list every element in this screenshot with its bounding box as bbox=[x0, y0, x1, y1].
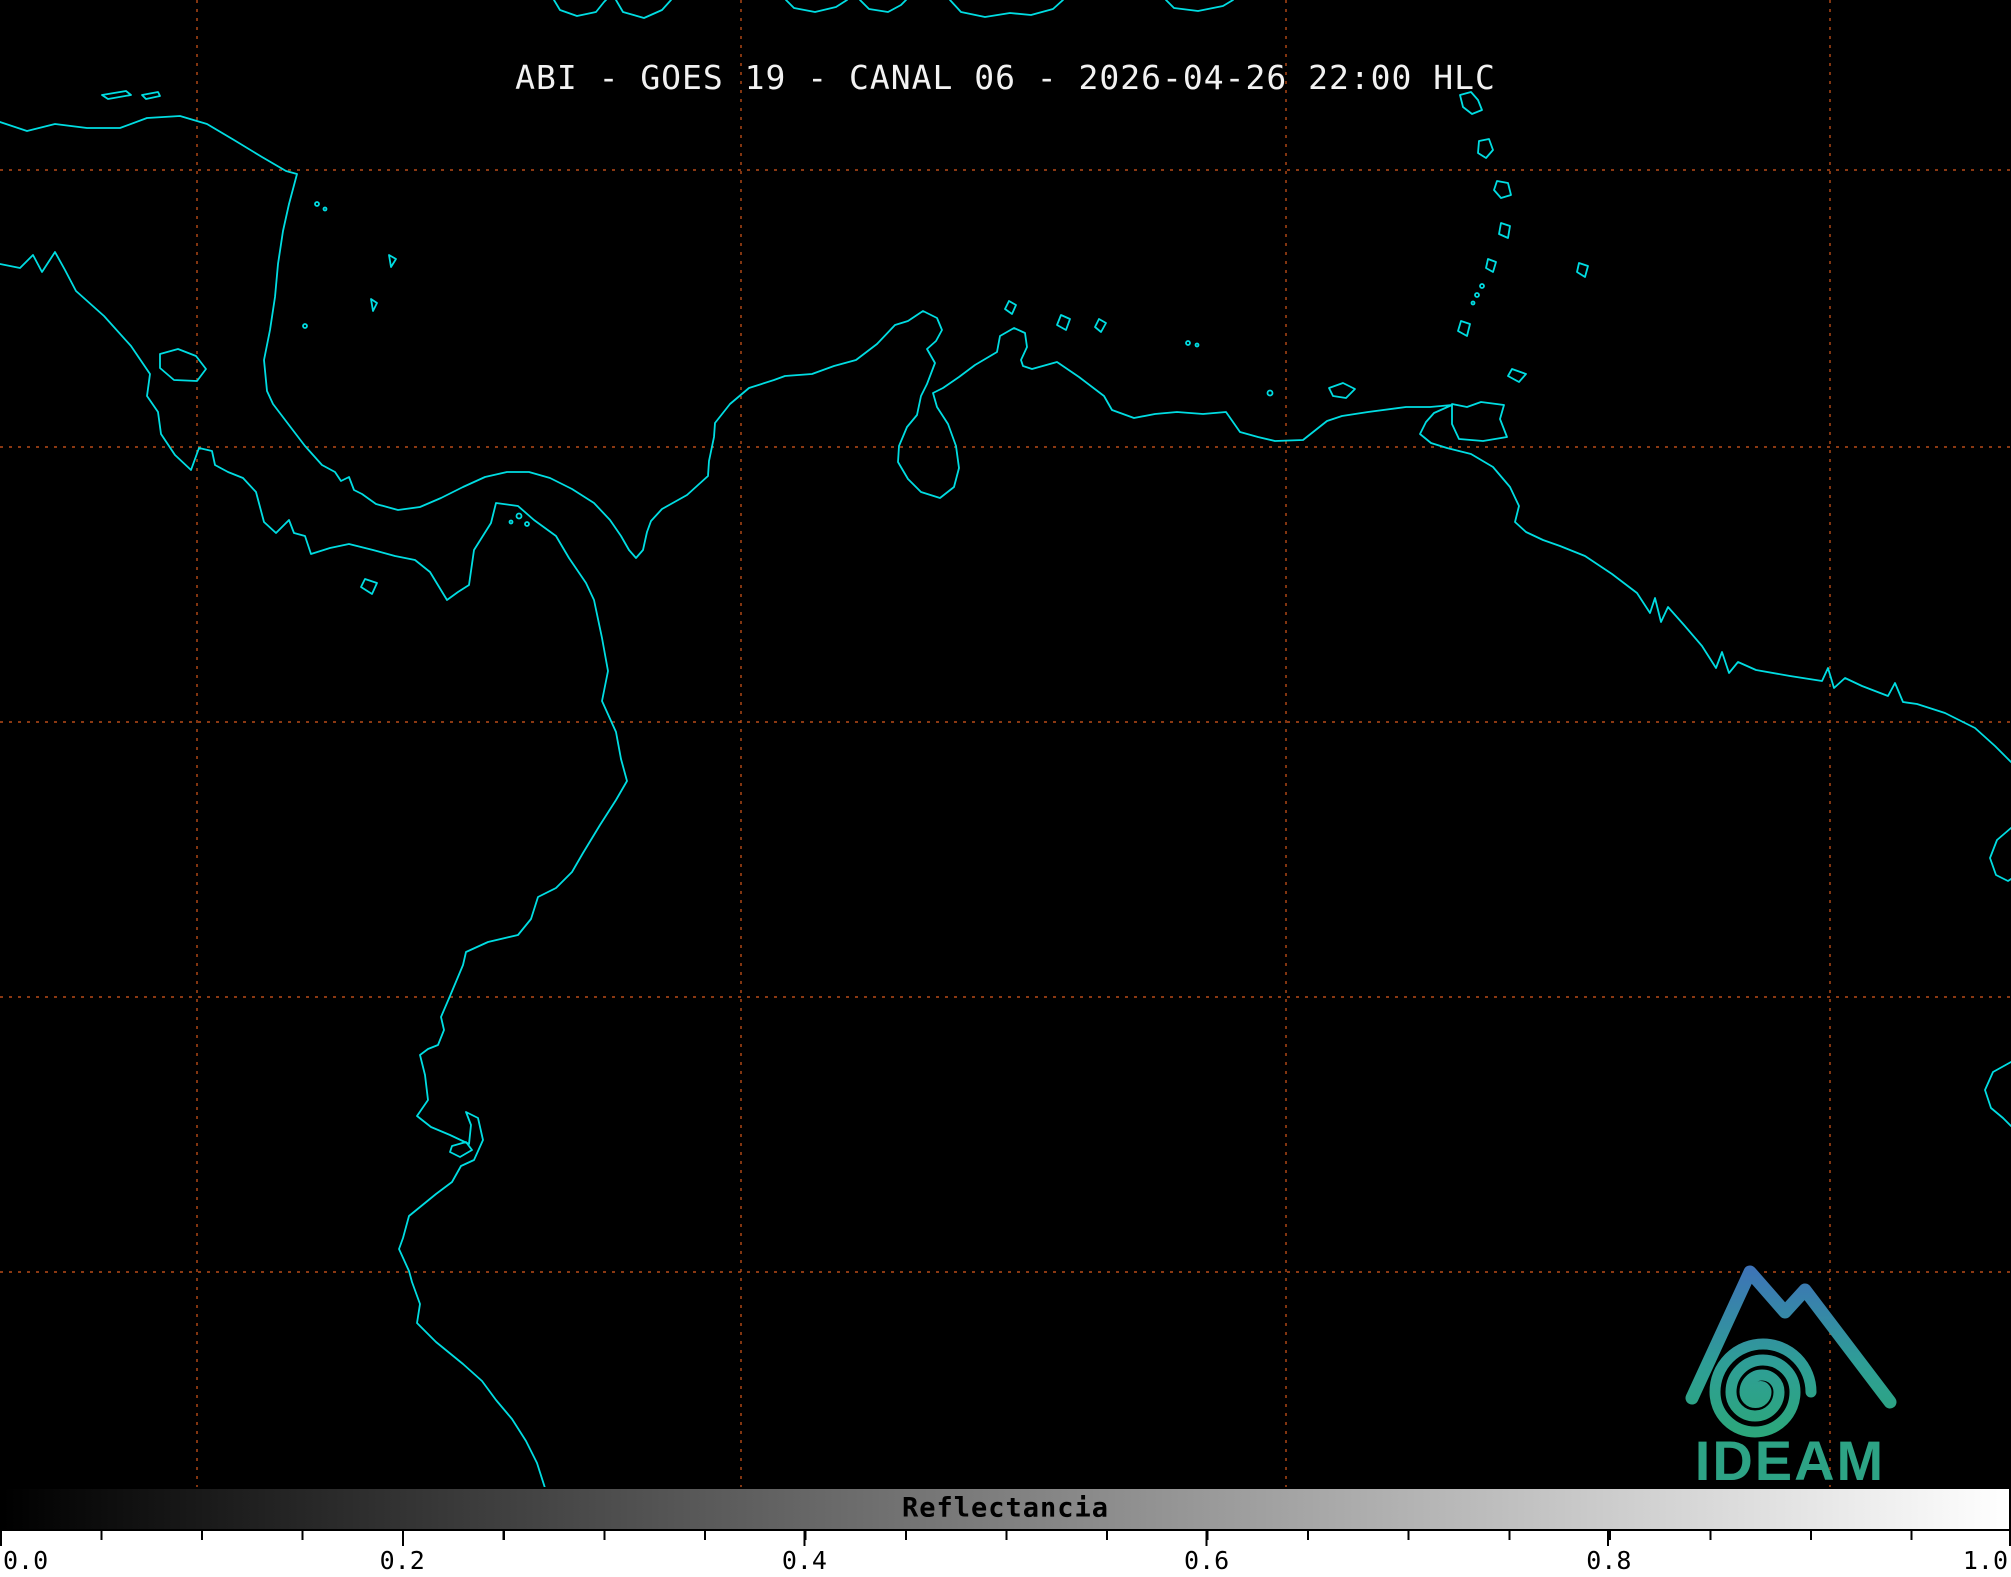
island-san-andres bbox=[370, 298, 378, 312]
colorbar-tick-label: 0.4 bbox=[781, 1546, 827, 1575]
colorbar-gradient: Reflectancia bbox=[0, 1487, 2011, 1531]
island-hispaniola-south bbox=[949, 0, 1064, 18]
island-dot bbox=[1185, 340, 1191, 346]
island-jamaica-east bbox=[615, 0, 672, 19]
map-title: ABI - GOES 19 - CANAL 06 - 2026-04-26 22… bbox=[515, 58, 1496, 97]
colorbar-tick-label: 0.0 bbox=[3, 1546, 49, 1575]
satellite-map: IDEAM ABI - GOES 19 - CANAL 06 - 2026-04… bbox=[0, 0, 2011, 1487]
island-dot bbox=[524, 521, 530, 527]
colorbar-tick-label: 0.8 bbox=[1586, 1546, 1632, 1575]
coastline-amazon-north bbox=[1989, 827, 2011, 882]
island-providencia bbox=[388, 254, 397, 268]
logo-spiral-icon bbox=[1709, 1338, 1817, 1438]
island-dot bbox=[1470, 300, 1476, 306]
coastline-lake-nicaragua bbox=[159, 348, 207, 382]
island-puerto-rico-south bbox=[1165, 0, 1234, 12]
island-aruba bbox=[1004, 300, 1017, 315]
coastlines bbox=[0, 0, 2011, 1487]
island-dot bbox=[314, 201, 320, 207]
island-haiti-southwest bbox=[785, 0, 848, 13]
island-bonaire bbox=[1094, 318, 1107, 333]
colorbar-axis: 0.0 0.2 0.4 0.6 0.8 1.0 bbox=[0, 1531, 2011, 1577]
island-martinique bbox=[1493, 180, 1512, 199]
island-curacao bbox=[1056, 314, 1071, 331]
island-dot bbox=[515, 512, 523, 520]
logo-wordmark: IDEAM bbox=[1695, 1429, 1885, 1487]
coastline-pacific bbox=[0, 251, 628, 1487]
ideam-logo: IDEAM bbox=[1685, 1265, 1897, 1487]
colorbar-tick-label: 1.0 bbox=[1962, 1546, 2008, 1575]
coastline-caribbean-mainland bbox=[0, 115, 2011, 763]
island-st-lucia bbox=[1498, 222, 1511, 239]
island-puna bbox=[449, 1141, 473, 1158]
island-dot bbox=[508, 519, 514, 525]
island-coiba bbox=[360, 578, 378, 595]
island-trinidad bbox=[1451, 401, 1508, 442]
island-jamaica-west bbox=[553, 0, 607, 17]
island-barbados bbox=[1576, 262, 1589, 278]
island-dot bbox=[322, 206, 328, 212]
island-dot bbox=[1266, 389, 1274, 397]
island-dot bbox=[1474, 292, 1480, 298]
island-grenada bbox=[1457, 320, 1471, 337]
coastline-amazon-river bbox=[1984, 1061, 2011, 1127]
colorbar-label: Reflectancia bbox=[901, 1492, 1110, 1524]
island-dominica bbox=[1477, 138, 1494, 159]
graticule-grid bbox=[0, 0, 2011, 1487]
island-haiti-southeast bbox=[859, 0, 907, 13]
island-st-vincent bbox=[1485, 258, 1497, 273]
island-dot bbox=[1194, 342, 1200, 348]
island-dot bbox=[1479, 283, 1485, 289]
island-dot bbox=[302, 323, 308, 329]
island-tobago bbox=[1507, 368, 1527, 383]
colorbar-tick-label: 0.6 bbox=[1184, 1546, 1230, 1575]
satellite-image-viewer: IDEAM ABI - GOES 19 - CANAL 06 - 2026-04… bbox=[0, 0, 2011, 1577]
map-canvas: IDEAM bbox=[0, 0, 2011, 1487]
colorbar-tick-label: 0.2 bbox=[379, 1546, 425, 1575]
island-margarita bbox=[1328, 382, 1356, 399]
colorbar: Reflectancia 0.0 0.2 0.4 0.6 0.8 1.0 bbox=[0, 1487, 2011, 1577]
colorbar-major-ticks bbox=[0, 1531, 2011, 1546]
